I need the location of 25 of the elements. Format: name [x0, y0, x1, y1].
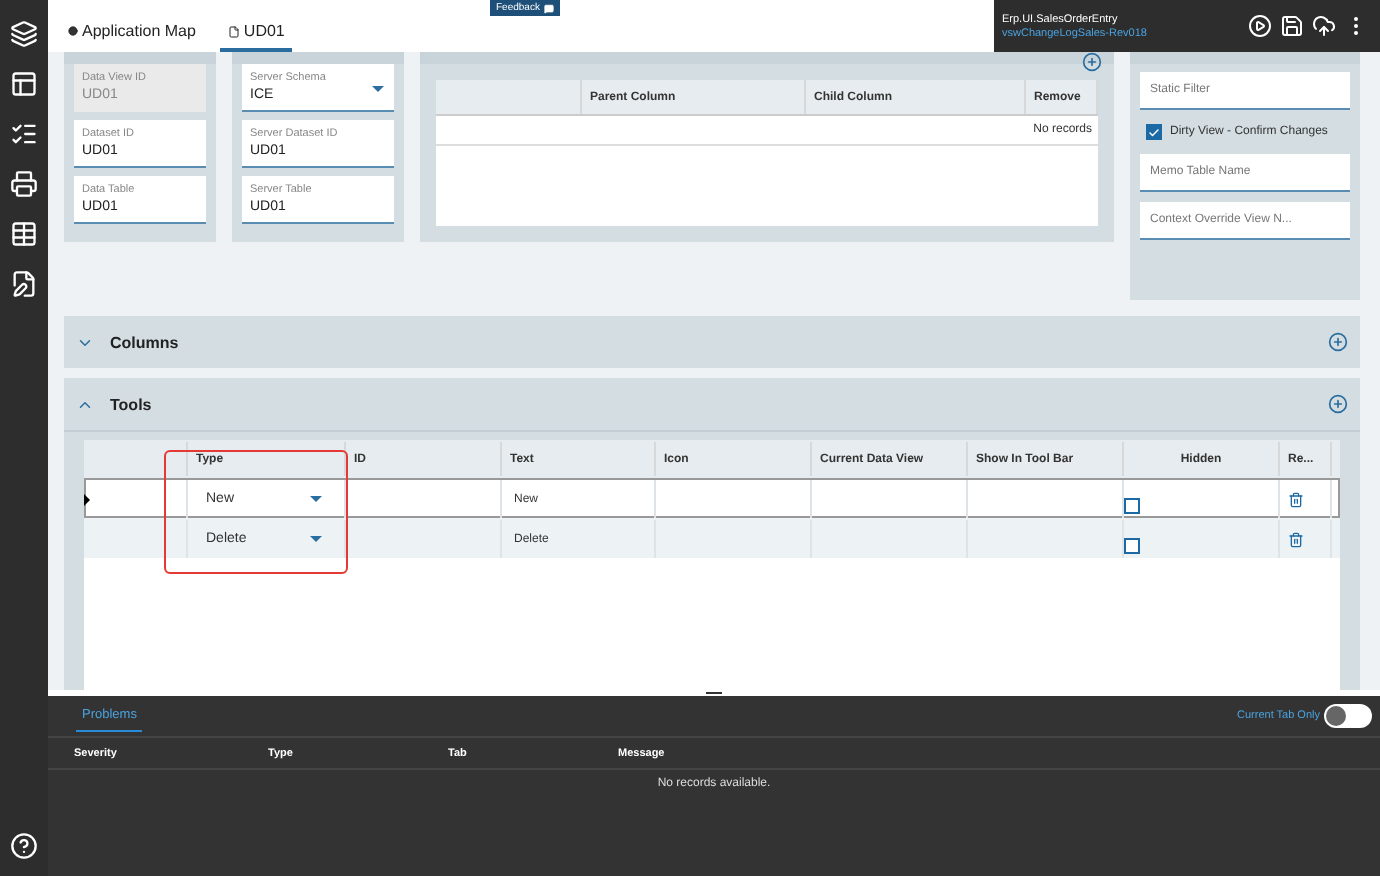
layout-icon[interactable] — [10, 70, 38, 98]
section-title: Tools — [110, 395, 154, 413]
add-icon[interactable] — [1328, 394, 1348, 414]
add-icon[interactable] — [1328, 332, 1348, 352]
play-icon[interactable] — [1248, 14, 1272, 38]
checkbox[interactable] — [1146, 124, 1162, 140]
save-icon[interactable] — [1280, 14, 1304, 38]
checkbox[interactable] — [1124, 498, 1140, 514]
tab[interactable]: Application Map — [60, 18, 204, 52]
dot-icon — [68, 26, 78, 36]
help-icon[interactable] — [10, 832, 38, 860]
delete-icon[interactable] — [1288, 531, 1304, 547]
edit-document-icon[interactable] — [10, 270, 38, 298]
row-pointer-icon — [84, 494, 90, 506]
toggle-switch[interactable] — [1324, 704, 1372, 728]
checkbox[interactable] — [1124, 538, 1140, 554]
section-title: Columns — [110, 333, 181, 351]
table-icon[interactable] — [10, 220, 38, 248]
cloud-upload-icon[interactable] — [1312, 14, 1336, 38]
add-icon[interactable] — [1082, 52, 1102, 72]
printer-icon[interactable] — [10, 170, 38, 198]
checklist-icon[interactable] — [10, 120, 38, 148]
document-icon — [227, 25, 240, 37]
delete-icon[interactable] — [1288, 491, 1304, 507]
layers-icon[interactable] — [10, 20, 38, 48]
